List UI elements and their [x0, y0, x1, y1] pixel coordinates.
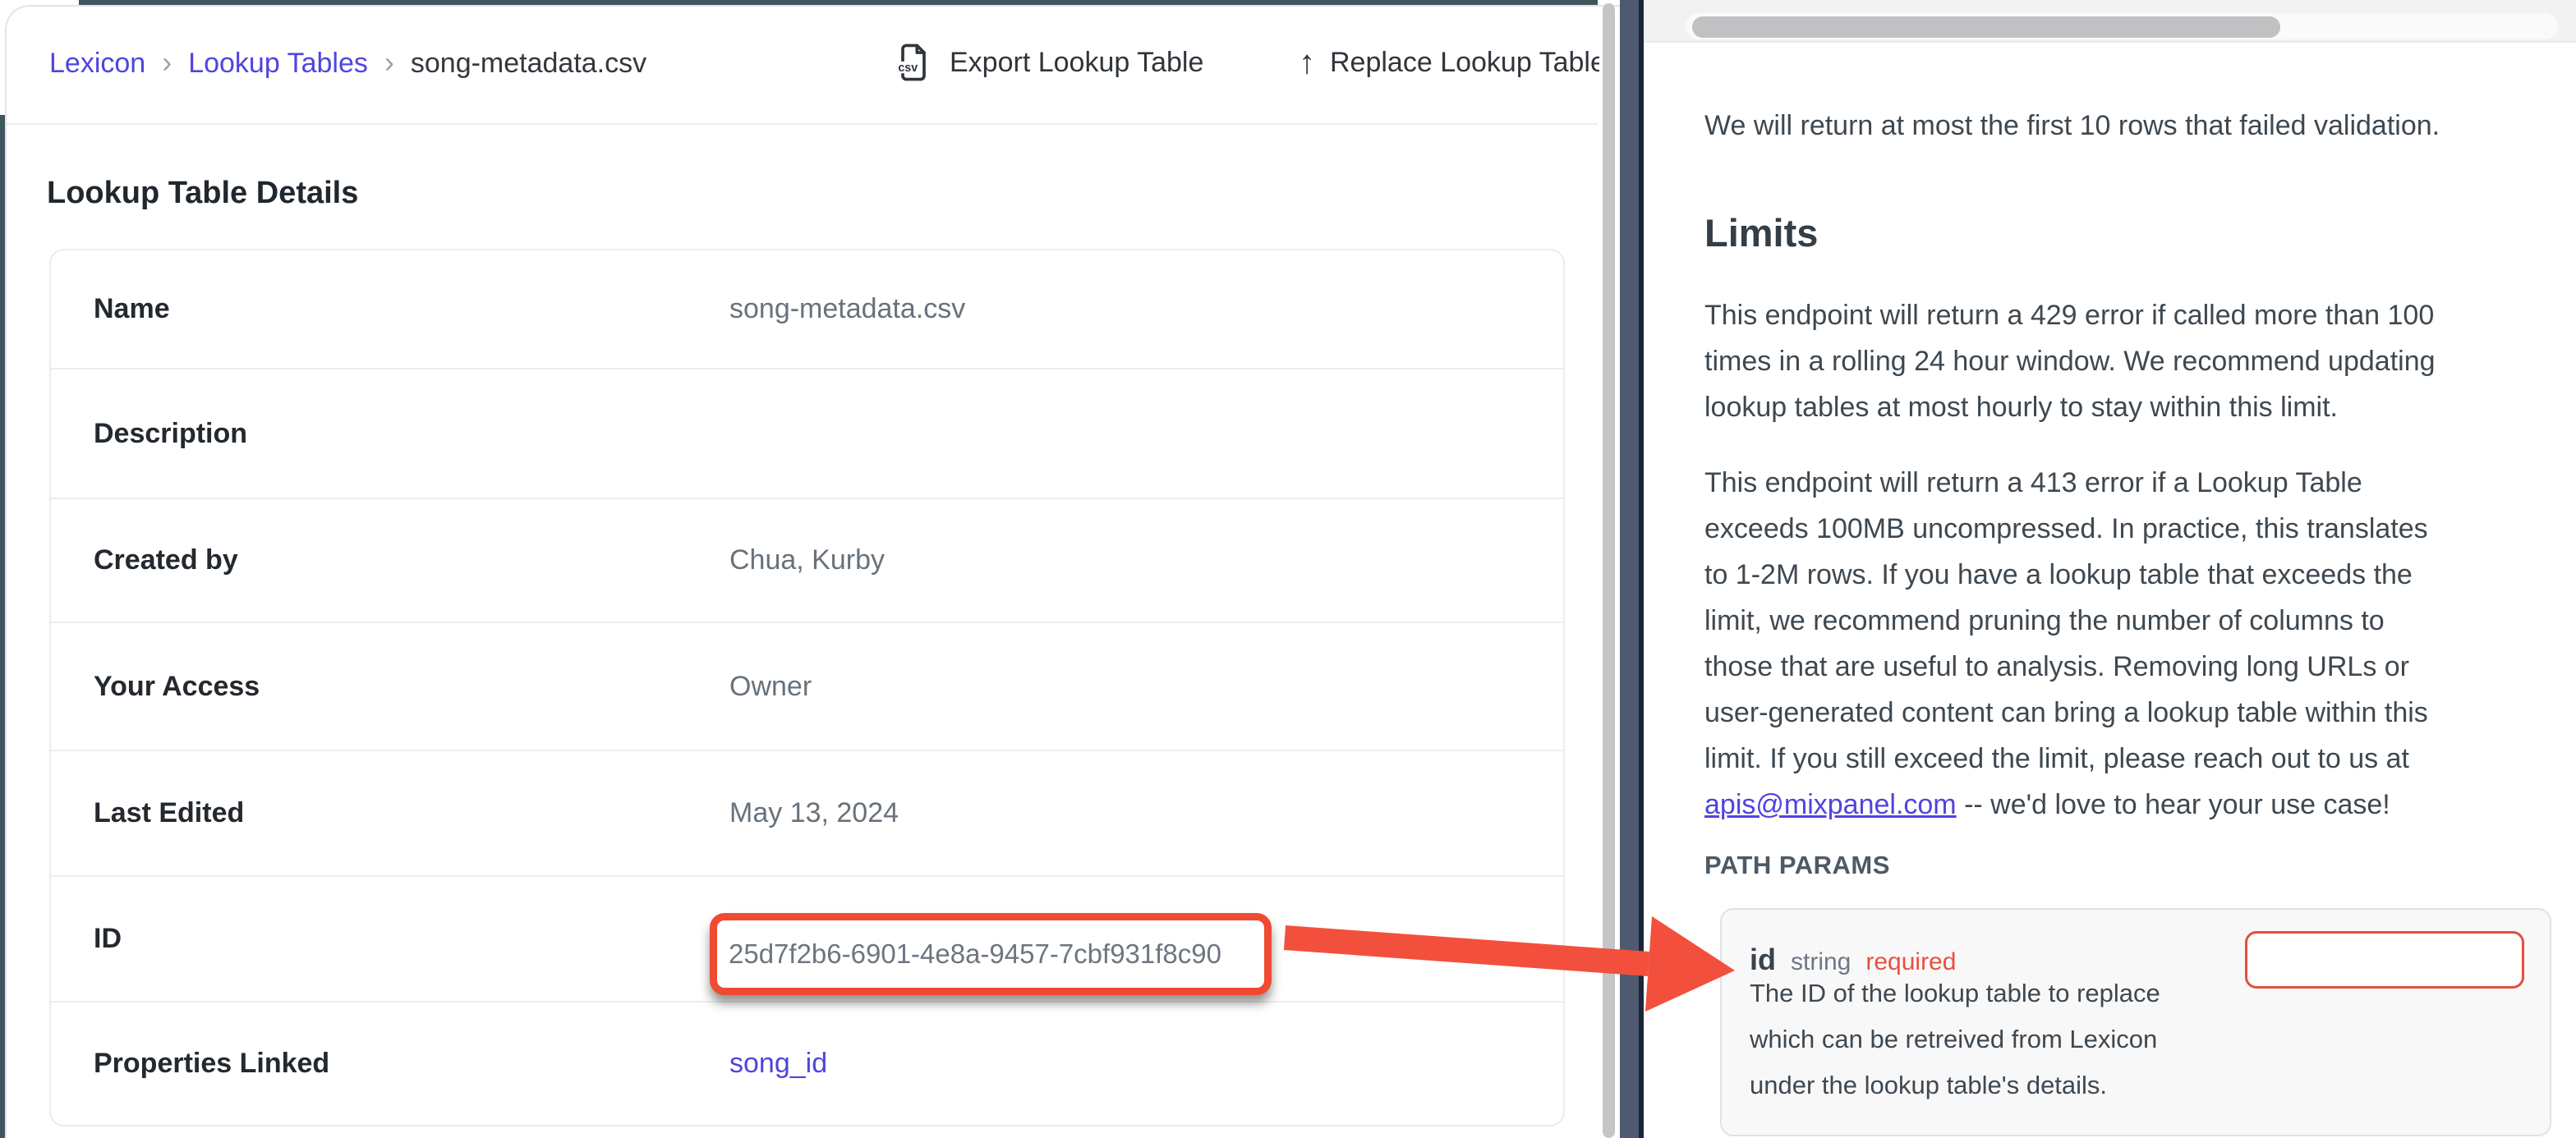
song-id-link[interactable]: song_id	[729, 1048, 1563, 1080]
row-label: Name	[51, 293, 729, 325]
row-value: Owner	[729, 671, 1563, 703]
paragraph-tail: -- we'd love to hear your use case!	[1957, 789, 2390, 820]
row-label: Last Edited	[51, 797, 729, 829]
chevron-right-icon: ›	[384, 48, 394, 76]
row-label: Description	[51, 418, 729, 450]
replace-label: Replace Lookup Table	[1330, 47, 1599, 79]
table-row-last-edited: Last Edited May 13, 2024	[51, 750, 1563, 875]
id-path-param-card: id string required The ID of the lookup …	[1720, 908, 2551, 1136]
row-value: Chua, Kurby	[729, 544, 1563, 576]
page-title: Lookup Table Details	[47, 176, 358, 211]
row-label: Created by	[51, 544, 729, 576]
chevron-right-icon: ›	[162, 48, 172, 76]
id-highlight-box: 25d7f2b6-6901-4e8a-9457-7cbf931f8c90	[710, 913, 1272, 995]
row-value: song-metadata.csv	[729, 293, 1563, 325]
annotation-arrow	[1275, 887, 1743, 1051]
id-param-input[interactable]	[2245, 931, 2524, 989]
docs-panel: We will return at most the first 10 rows…	[1644, 0, 2576, 1138]
row-label: Your Access	[51, 671, 729, 703]
path-params-label: PATH PARAMS	[1704, 851, 1890, 880]
docs-intro-text: We will return at most the first 10 rows…	[1704, 110, 2440, 142]
scrollbar-thumb[interactable]	[1692, 16, 2280, 38]
limits-paragraph-2: This endpoint will return a 413 error if…	[1704, 460, 2428, 828]
row-label: ID	[51, 923, 729, 955]
replace-lookup-table-button[interactable]: ↑ Replace Lookup Table	[1299, 41, 1599, 84]
table-row-created-by: Created by Chua, Kurby	[51, 498, 1563, 622]
export-lookup-table-button[interactable]: csv Export Lookup Table	[892, 41, 1203, 84]
csv-file-icon: csv	[892, 41, 935, 84]
breadcrumb-current-file: song-metadata.csv	[411, 48, 646, 80]
svg-text:csv: csv	[898, 62, 918, 75]
limits-heading: Limits	[1704, 210, 1818, 255]
screenshot-root: Lexicon › Lookup Tables › song-metadata.…	[0, 0, 2576, 1138]
breadcrumb-lexicon[interactable]: Lexicon	[49, 48, 145, 80]
param-description: The ID of the lookup table to replace wh…	[1750, 971, 2160, 1108]
limits-paragraph-1: This endpoint will return a 429 error if…	[1704, 292, 2436, 430]
table-row-name: Name song-metadata.csv	[51, 250, 1563, 368]
apis-mixpanel-email-link[interactable]: apis@mixpanel.com	[1704, 789, 1957, 820]
upload-arrow-icon: ↑	[1299, 41, 1315, 84]
row-value: May 13, 2024	[729, 797, 1563, 829]
row-label: Properties Linked	[51, 1048, 729, 1080]
header-divider	[7, 123, 1598, 125]
breadcrumb-lookup-tables[interactable]: Lookup Tables	[188, 48, 368, 80]
table-row-description: Description	[51, 368, 1563, 498]
table-row-your-access: Your Access Owner	[51, 622, 1563, 750]
paragraph-text: This endpoint will return a 413 error if…	[1704, 467, 2428, 774]
breadcrumb: Lexicon › Lookup Tables › song-metadata.…	[49, 48, 646, 80]
export-label: Export Lookup Table	[950, 47, 1203, 79]
docs-horizontal-scrollbar[interactable]	[1644, 0, 2576, 43]
id-value: 25d7f2b6-6901-4e8a-9457-7cbf931f8c90	[717, 938, 1221, 970]
